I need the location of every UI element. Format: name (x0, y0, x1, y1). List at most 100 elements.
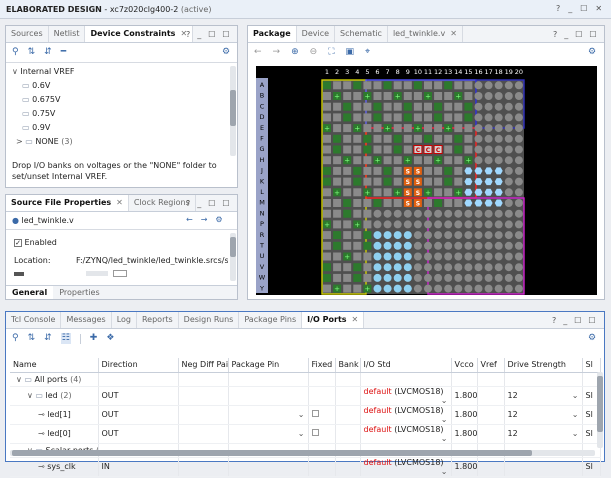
package-pin[interactable] (434, 241, 443, 250)
zoom-in-icon[interactable]: ⊕ (291, 48, 299, 57)
autofit-icon[interactable]: ⌖ (365, 48, 370, 57)
chevron-down-icon[interactable]: ⌄ (572, 429, 579, 438)
tab-package-pins[interactable]: Package Pins (239, 312, 303, 328)
package-pin[interactable] (373, 92, 382, 100)
package-pin[interactable] (363, 252, 372, 261)
package-pin[interactable] (434, 220, 443, 229)
package-pin[interactable] (434, 209, 443, 218)
package-pin[interactable] (474, 263, 483, 272)
float-icon[interactable]: ☐ (222, 199, 229, 208)
package-pin[interactable] (454, 124, 463, 133)
package-pin[interactable] (424, 81, 432, 90)
tab-source-file-properties[interactable]: Source File Properties ✕ (6, 195, 129, 211)
package-pin[interactable] (454, 199, 463, 207)
package-pin[interactable] (424, 273, 432, 282)
package-pin[interactable] (413, 102, 422, 111)
package-pin[interactable] (424, 231, 432, 240)
package-pin[interactable] (464, 273, 473, 282)
package-pin[interactable] (504, 113, 513, 122)
table-row[interactable]: ⊸ sys_clk IN default (LVCMOS18) ⌄ 1.800 Sl (10, 457, 601, 477)
package-pin[interactable] (363, 199, 372, 207)
package-pin[interactable] (373, 188, 382, 197)
enabled-checkbox[interactable]: ✓ (14, 239, 22, 247)
package-pin[interactable] (434, 92, 443, 100)
package-pin[interactable] (424, 220, 432, 229)
tab-close-icon[interactable]: ✕ (116, 198, 123, 207)
package-pin[interactable] (474, 124, 483, 133)
package-pin[interactable] (403, 263, 412, 272)
package-pin[interactable] (434, 81, 443, 90)
package-pin[interactable] (383, 273, 392, 282)
package-pin[interactable] (484, 273, 493, 282)
package-pin[interactable] (373, 263, 382, 272)
gear-icon[interactable]: ⚙ (215, 215, 222, 224)
package-pin[interactable] (363, 81, 372, 90)
package-pin[interactable] (403, 273, 412, 282)
package-pin[interactable] (434, 231, 443, 240)
expand-icon[interactable]: ∨ (27, 391, 33, 400)
zoom-out-icon[interactable]: ⊖ (310, 48, 318, 57)
package-pin[interactable] (353, 252, 362, 261)
package-pin[interactable] (444, 241, 453, 250)
package-pin[interactable] (333, 209, 342, 218)
package-pin[interactable] (454, 241, 463, 250)
tree-item-vref[interactable]: ▭ 0.75V (12, 107, 227, 121)
package-pin[interactable] (333, 177, 342, 186)
package-pin[interactable] (514, 231, 523, 240)
package-pin[interactable] (333, 220, 342, 229)
help-icon[interactable]: ? (186, 199, 190, 208)
package-pin[interactable] (353, 156, 362, 165)
chevron-down-icon[interactable]: ⌄ (298, 429, 305, 438)
package-pin[interactable] (383, 177, 392, 186)
package-pin[interactable] (464, 252, 473, 261)
package-pin[interactable] (353, 273, 362, 282)
package-pin[interactable] (363, 166, 372, 175)
package-pin[interactable] (373, 81, 382, 90)
package-pin[interactable] (353, 241, 362, 250)
collapse-all-icon[interactable]: ⇅ (28, 48, 36, 57)
package-pin[interactable] (403, 284, 412, 293)
package-pin[interactable] (393, 263, 402, 272)
package-pin[interactable] (413, 134, 422, 143)
package-pin[interactable] (353, 145, 362, 154)
package-pin[interactable] (343, 209, 352, 218)
package-pin[interactable] (363, 124, 372, 133)
package-pin[interactable] (474, 273, 483, 282)
package-pin[interactable] (403, 81, 412, 90)
package-pin[interactable] (343, 92, 352, 100)
package-pin[interactable] (454, 113, 463, 122)
package-pin[interactable] (474, 252, 483, 261)
package-pin[interactable] (353, 263, 362, 272)
package-pin[interactable] (323, 92, 331, 100)
package-pin[interactable] (343, 166, 352, 175)
package-pin[interactable] (403, 92, 412, 100)
package-pin[interactable] (454, 273, 463, 282)
package-pin[interactable] (323, 156, 331, 165)
package-pin[interactable] (373, 231, 382, 240)
table-row[interactable]: ⊸ led[1] OUT ⌄ default (LVCMOS18) ⌄ 1.800 12 ⌄… (10, 405, 601, 425)
package-pin[interactable] (484, 156, 493, 165)
package-pin[interactable] (323, 177, 331, 186)
package-pin[interactable] (504, 284, 513, 293)
package-pin[interactable] (514, 273, 523, 282)
package-pin[interactable] (424, 252, 432, 261)
package-view-canvas[interactable]: 1 2 3 4 5 6 7 8 9 10 11 12 13 14 15 16 17 18 19 20 A B C D E F G H J… (256, 66, 597, 295)
package-pin[interactable] (403, 241, 412, 250)
package-pin[interactable] (403, 134, 412, 143)
package-pin[interactable] (323, 263, 331, 272)
package-pin[interactable] (484, 145, 493, 154)
tree-item-vref[interactable]: ▭ 0.9V (12, 121, 227, 135)
package-pin[interactable] (514, 209, 523, 218)
package-pin[interactable] (333, 231, 342, 240)
package-pin[interactable] (343, 81, 352, 90)
tree-item-vref[interactable]: ▭ 0.6V (12, 79, 227, 93)
package-pin[interactable] (464, 241, 473, 250)
package-pin[interactable] (373, 124, 382, 133)
package-pin[interactable] (484, 92, 493, 100)
package-pin[interactable] (373, 166, 382, 175)
package-pin[interactable] (373, 177, 382, 186)
package-pin[interactable] (464, 92, 473, 100)
float-icon[interactable]: ☐ (588, 316, 595, 325)
package-pin[interactable] (504, 188, 513, 197)
package-pin[interactable] (444, 134, 453, 143)
